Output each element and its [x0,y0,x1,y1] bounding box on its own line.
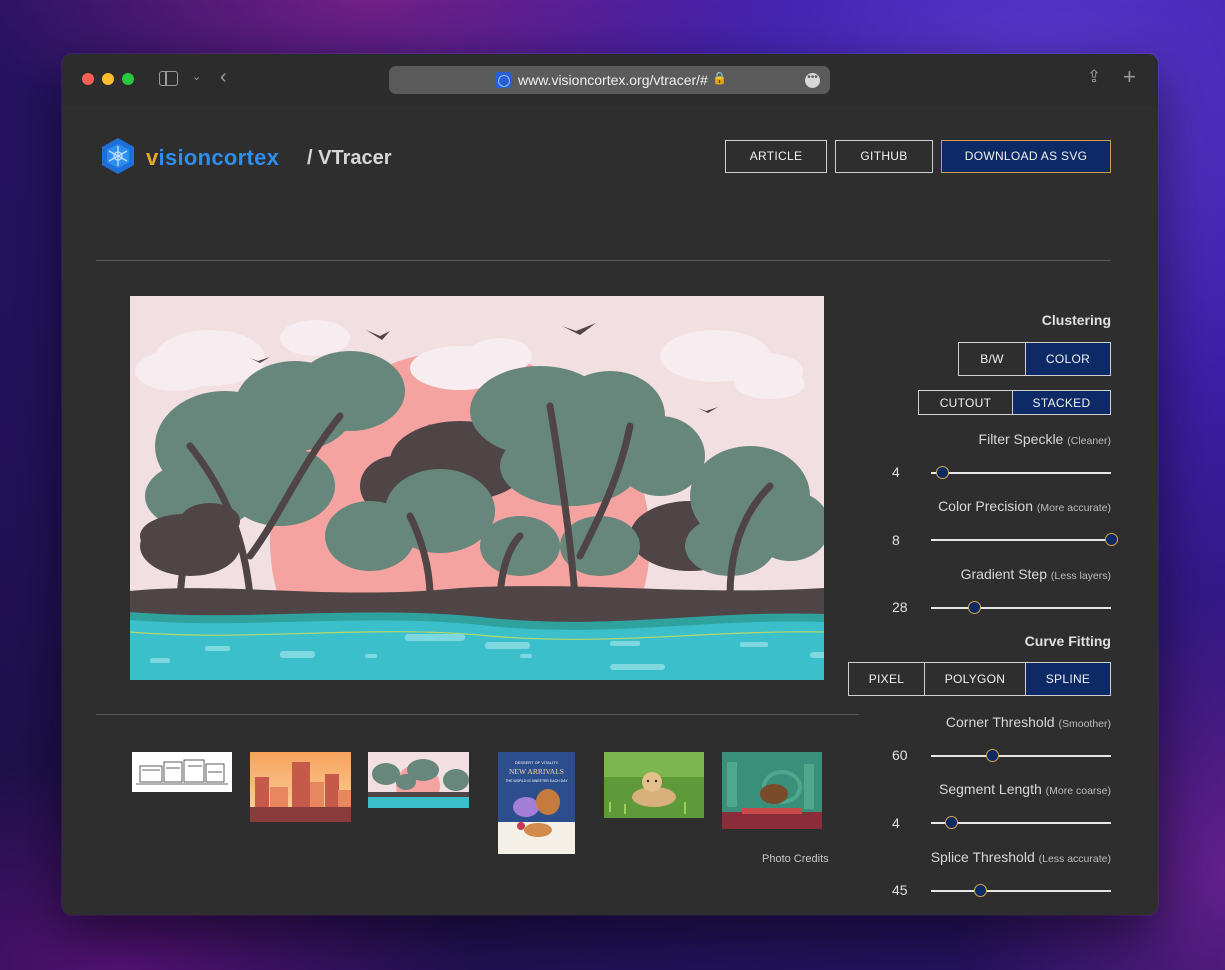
corner-threshold-value: 60 [892,747,908,763]
clustering-heading: Clustering [1041,312,1111,328]
close-window-button[interactable] [82,73,94,85]
segment-length-label-text: Segment Length [939,781,1042,797]
page-content: visioncortex / VTracer ARTICLE GITHUB DO… [62,106,1158,915]
gallery-thumb-poster[interactable]: DESSERT OF VITALITY NEW ARRIVALS THE WOR… [498,752,575,854]
filter-speckle-slider[interactable] [931,466,1111,479]
photo-credits-link[interactable]: Photo Credits [762,853,829,865]
splice-threshold-slider[interactable] [931,884,1111,897]
clustering-mode-toggle: B/W COLOR [958,342,1111,376]
cutout-button[interactable]: CUTOUT [918,390,1013,415]
visioncortex-logo-icon [102,138,134,174]
filter-speckle-label-text: Filter Speckle [978,431,1064,447]
new-tab-icon[interactable]: + [1123,64,1136,90]
svg-text:NEW ARRIVALS: NEW ARRIVALS [509,767,564,776]
segment-length-label: Segment Length (More coarse) [939,781,1111,797]
color-precision-slider[interactable] [931,533,1118,546]
title-bar: ⌄ ‹ www.visioncortex.org/vtracer/# 🔒 •••… [62,54,1158,106]
segment-length-slider[interactable] [931,816,1111,829]
corner-threshold-label-text: Corner Threshold [945,714,1055,730]
pixel-button[interactable]: PIXEL [848,662,925,696]
back-arrow-icon[interactable]: ‹ [220,66,227,89]
spline-button[interactable]: SPLINE [1025,662,1111,696]
polygon-button[interactable]: POLYGON [924,662,1026,696]
gallery-thumb-dog[interactable] [604,752,704,818]
gradient-step-label-text: Gradient Step [960,566,1047,582]
gradient-step-thumb[interactable] [968,601,982,614]
splice-threshold-label: Splice Threshold (Less accurate) [931,849,1111,865]
filter-speckle-hint: (Cleaner) [1067,435,1111,447]
splice-threshold-label-text: Splice Threshold [930,849,1035,865]
filter-speckle-label: Filter Speckle (Cleaner) [979,431,1111,447]
color-button[interactable]: COLOR [1025,342,1111,376]
stacked-button[interactable]: STACKED [1012,390,1111,415]
url-text[interactable]: www.visioncortex.org/vtracer/# [518,72,708,88]
gallery-thumb-game[interactable] [722,752,822,829]
filter-speckle-value: 4 [892,464,900,480]
splice-threshold-value: 45 [892,882,908,898]
gradient-step-value: 28 [892,599,908,615]
color-precision-label: Color Precision (More accurate) [938,498,1111,514]
minimize-window-button[interactable] [102,73,114,85]
brand-name-part1: v [146,145,159,170]
header-divider [96,260,1111,261]
segment-length-hint: (More coarse) [1045,785,1111,797]
lock-icon: 🔒 [712,71,727,85]
brand-name-part2: isioncortex [158,145,280,170]
corner-threshold-label: Corner Threshold (Smoother) [946,714,1111,730]
gallery-thumb-city[interactable] [250,752,351,822]
more-options-icon[interactable]: ••• [805,73,820,88]
splice-threshold-thumb[interactable] [973,884,987,897]
bw-button[interactable]: B/W [958,342,1026,376]
color-precision-label-text: Color Precision [938,498,1033,514]
address-bar[interactable]: www.visioncortex.org/vtracer/# 🔒 ••• [389,66,830,94]
color-precision-value: 8 [892,532,900,548]
layering-mode-toggle: CUTOUT STACKED [918,390,1111,415]
site-favicon-icon [495,72,511,88]
svg-text:THE WORLD IS SWEETER EACH DAY: THE WORLD IS SWEETER EACH DAY [505,779,568,783]
gradient-step-label: Gradient Step (Less layers) [961,566,1111,582]
gradient-step-hint: (Less layers) [1050,570,1111,582]
chevron-down-icon[interactable]: ⌄ [192,70,201,83]
svg-text:DESSERT OF VITALITY: DESSERT OF VITALITY [515,760,559,765]
segment-length-thumb[interactable] [944,816,958,829]
corner-threshold-thumb[interactable] [986,749,1000,762]
sidebar-toggle-icon[interactable] [159,71,178,86]
gallery-thumb-trees[interactable] [368,752,469,808]
product-title: / VTracer [307,147,392,169]
browser-window: ⌄ ‹ www.visioncortex.org/vtracer/# 🔒 •••… [62,54,1158,915]
github-button[interactable]: GITHUB [835,140,933,173]
filter-speckle-thumb[interactable] [935,466,949,479]
article-button[interactable]: ARTICLE [725,140,827,173]
curve-fitting-mode-toggle: PIXEL POLYGON SPLINE [848,662,1111,696]
gallery-thumb-sketch[interactable] [132,752,232,792]
gradient-step-slider[interactable] [931,601,1111,614]
share-icon[interactable]: ⇪ [1087,67,1101,87]
gallery-divider [96,714,859,715]
splice-threshold-hint: (Less accurate) [1038,853,1111,865]
download-svg-button[interactable]: DOWNLOAD AS SVG [941,140,1111,173]
color-precision-hint: (More accurate) [1036,502,1111,514]
traced-preview-image [130,296,824,680]
corner-threshold-slider[interactable] [931,749,1111,762]
zoom-window-button[interactable] [122,73,134,85]
curve-fitting-heading: Curve Fitting [1024,633,1111,649]
segment-length-value: 4 [892,815,900,831]
brand-name[interactable]: visioncortex [146,145,279,171]
corner-threshold-hint: (Smoother) [1058,718,1111,730]
color-precision-thumb[interactable] [1105,533,1118,546]
